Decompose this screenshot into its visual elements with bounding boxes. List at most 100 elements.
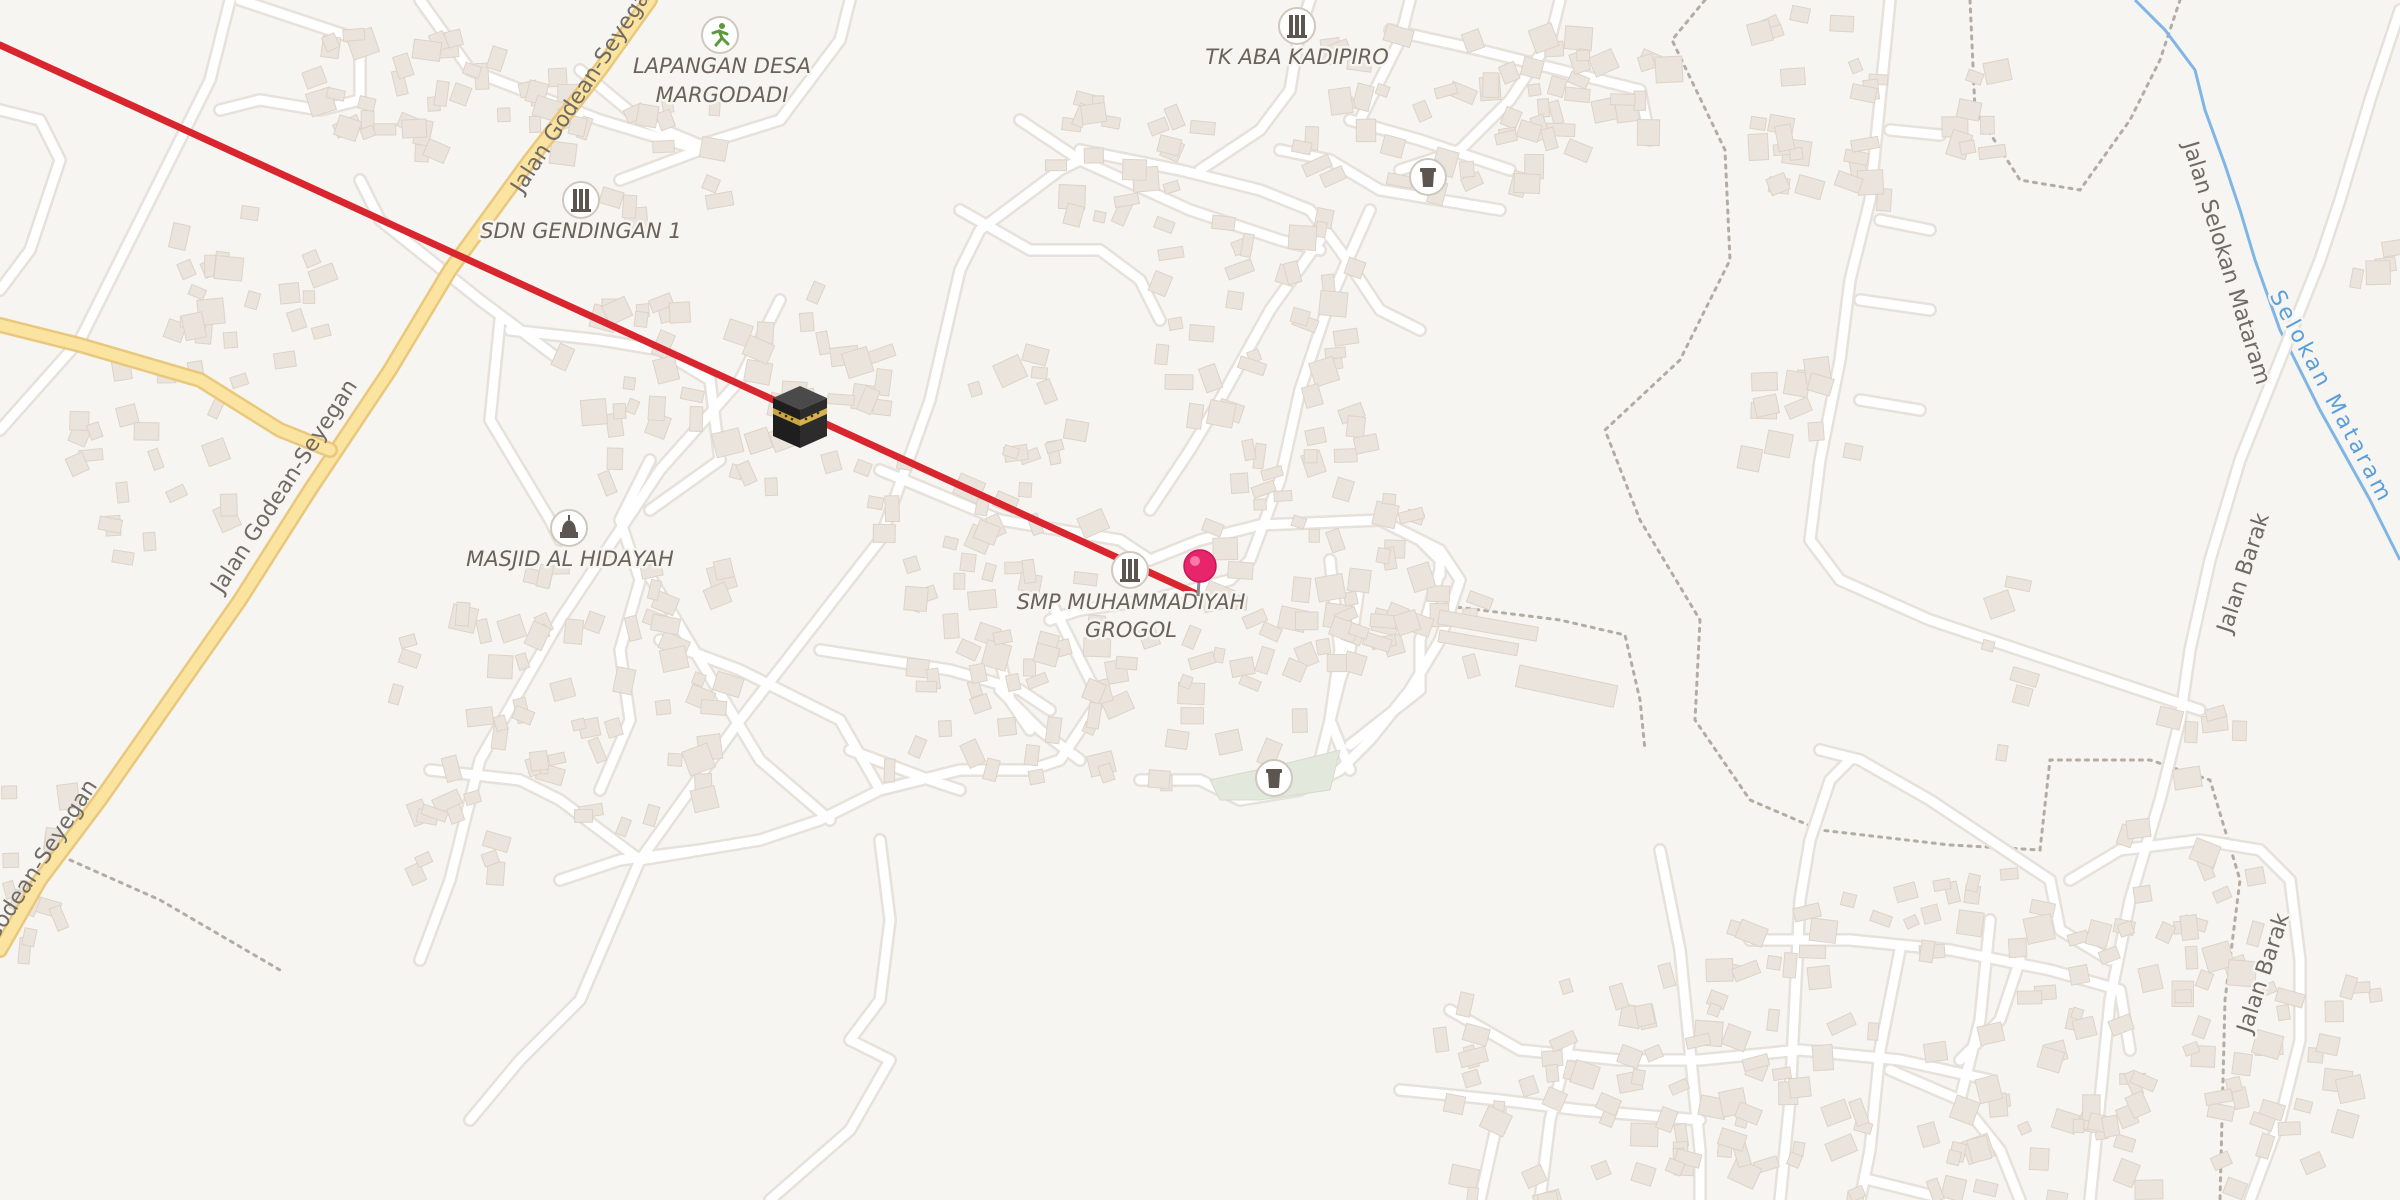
building [872,523,896,544]
building [1842,442,1864,462]
building [2101,1114,2121,1138]
building [2174,989,2192,1004]
building [1308,528,1320,543]
school-icon [571,189,591,212]
building [1636,118,1661,147]
building [612,402,627,420]
building [1787,1076,1812,1099]
building [1326,653,1347,673]
building [1355,118,1377,143]
building [652,139,675,154]
school-icon [1287,15,1307,38]
building [2184,945,2199,970]
building [465,706,495,728]
building [1318,289,1349,318]
building [2231,1051,2254,1077]
building [1214,728,1244,756]
building [1332,327,1360,347]
building [1771,1066,1793,1082]
building [866,495,885,511]
building [826,393,856,406]
building [1115,655,1138,671]
building [547,67,568,88]
building [111,549,135,566]
label-lapangan-line1: LAPANGAN DESA [633,54,811,78]
building [764,477,779,497]
building [2132,884,2153,904]
building [1315,637,1332,656]
building [1940,1174,1968,1200]
building [2016,990,2043,1005]
building [1527,83,1542,97]
building [411,38,443,63]
building [633,310,649,328]
building [1789,4,1812,24]
building [1345,415,1367,439]
poi-smp-muhammadiyah[interactable] [1111,551,1149,589]
building [1004,672,1022,693]
building [2231,720,2248,742]
building [2184,720,2199,744]
building [1188,324,1215,343]
building [622,376,637,391]
poi-masjid-al-hidayah[interactable] [550,509,588,547]
building [635,102,660,129]
building [1747,132,1770,162]
building [2365,259,2392,286]
building [1945,1149,1963,1167]
building [1442,1092,1467,1116]
building [1210,214,1236,232]
building [1180,707,1205,725]
building [1303,449,1318,464]
building [278,281,301,305]
building [942,612,960,640]
building [2334,1073,2366,1105]
building [573,808,594,824]
building [496,107,511,123]
building [606,447,624,471]
building [133,421,160,441]
building [2067,963,2091,986]
building [937,719,953,738]
building [21,927,38,948]
kaaba-icon[interactable] [773,386,827,448]
building [579,397,609,427]
building [1736,445,1764,473]
building [1164,728,1190,751]
building [1999,867,2020,881]
building [1018,481,1033,498]
building [700,698,728,717]
poi-sports-field[interactable] [701,16,739,54]
building [1811,1043,1835,1072]
building [1314,572,1347,603]
building [1167,316,1184,332]
building [1004,561,1025,575]
building [342,27,366,43]
building [1867,1022,1880,1041]
building [915,680,938,693]
building [1426,585,1451,603]
building [1955,98,1983,122]
building [1212,537,1239,561]
building [302,290,316,305]
building [454,601,471,627]
label-smp-line2: GROGOL [1085,618,1177,642]
building [142,531,157,552]
poi-sdn-gendingan[interactable] [562,181,600,219]
building [1369,613,1398,630]
building [647,395,667,422]
map-canvas[interactable]: Jalan Godean-Seyegan Jalan Godean-Seyega… [0,0,2400,1200]
building [883,758,896,783]
building [2324,1000,2344,1023]
building [180,311,208,342]
building [1808,917,1839,944]
poi-cemetery-north[interactable] [1409,158,1447,196]
building [1044,159,1068,172]
poi-tk-aba-kadipiro[interactable] [1278,7,1316,45]
building [2276,1003,2292,1022]
building [219,493,238,517]
building [667,752,683,767]
building [1982,58,2013,86]
poi-cemetery-south[interactable] [1255,759,1293,797]
building [1995,743,2009,762]
